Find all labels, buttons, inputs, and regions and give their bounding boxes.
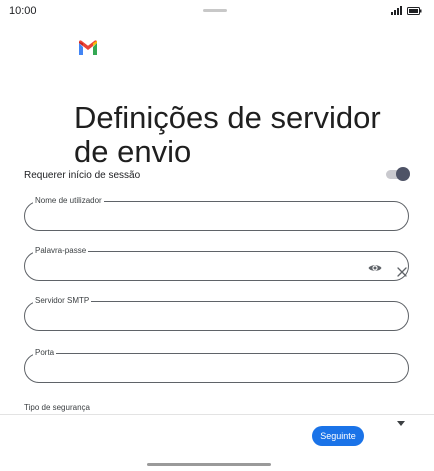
notification-handle[interactable] bbox=[203, 9, 227, 12]
gmail-logo-icon bbox=[79, 40, 97, 55]
port-field[interactable]: Porta bbox=[24, 349, 409, 383]
clear-icon[interactable] bbox=[396, 266, 408, 278]
require-sign-in-toggle[interactable] bbox=[386, 167, 410, 181]
eye-icon[interactable] bbox=[368, 263, 382, 273]
security-type-label: Tipo de segurança bbox=[24, 403, 90, 412]
next-button[interactable]: Seguinte bbox=[312, 426, 364, 446]
password-field-label: Palavra-passe bbox=[35, 246, 87, 255]
port-field-label: Porta bbox=[35, 348, 55, 357]
username-field[interactable]: Nome de utilizador bbox=[24, 197, 409, 231]
divider bbox=[0, 414, 434, 415]
status-icons bbox=[391, 6, 422, 15]
chevron-down-icon[interactable] bbox=[397, 421, 405, 426]
username-field-label: Nome de utilizador bbox=[35, 196, 102, 205]
signal-icon bbox=[391, 6, 402, 15]
home-indicator[interactable] bbox=[147, 463, 271, 466]
password-field[interactable]: Palavra-passe bbox=[24, 247, 409, 281]
smtp-server-field[interactable]: Servidor SMTP bbox=[24, 297, 409, 331]
status-bar: 10:00 bbox=[0, 0, 434, 22]
require-sign-in-label: Requerer início de sessão bbox=[24, 170, 141, 181]
smtp-server-field-label: Servidor SMTP bbox=[35, 296, 90, 305]
battery-icon bbox=[407, 6, 422, 15]
toggle-knob bbox=[396, 167, 410, 181]
status-time: 10:00 bbox=[9, 5, 37, 17]
page-title: Definições de servidor de envio bbox=[74, 99, 381, 169]
